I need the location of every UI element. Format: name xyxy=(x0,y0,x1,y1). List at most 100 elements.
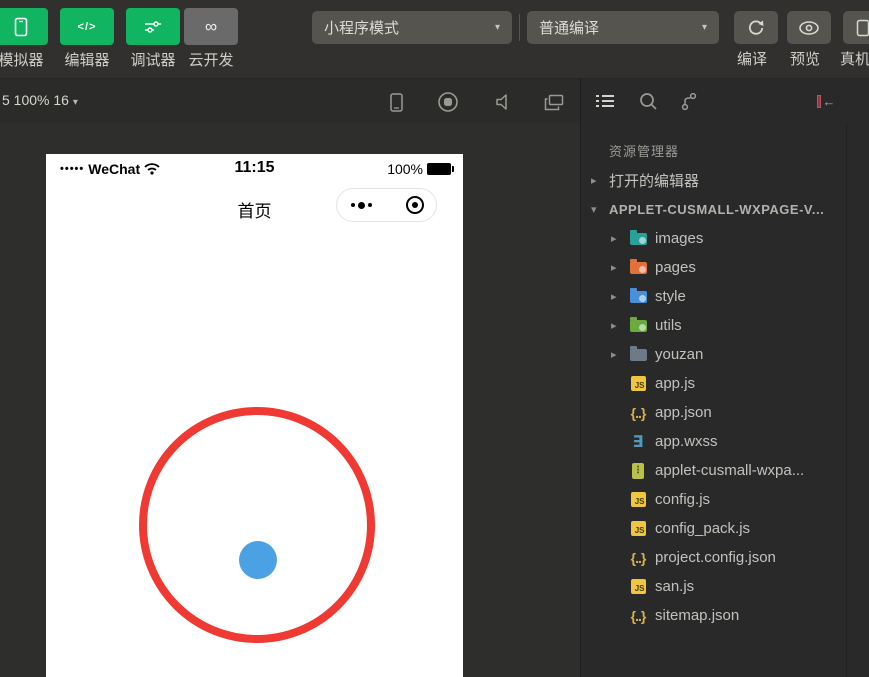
json-file-icon: {..} xyxy=(630,607,647,624)
mode-dropdown[interactable]: 小程序模式 ▾ xyxy=(312,11,512,44)
archive-file-icon: ⋮ xyxy=(632,462,644,479)
battery-percent: 100% xyxy=(387,161,423,177)
phone-icon xyxy=(389,92,403,112)
explorer-toolbar: ← xyxy=(581,78,869,123)
debugger-button[interactable] xyxy=(126,8,180,45)
chevron-right-icon: ▸ xyxy=(611,291,617,303)
tree-item-config-js[interactable]: JS config.js xyxy=(581,485,845,514)
file-name: project.config.json xyxy=(655,549,776,566)
compile-mode-dropdown[interactable]: 普通编译 ▾ xyxy=(527,11,719,44)
editor-button[interactable]: </> xyxy=(60,8,114,45)
chevron-down-icon: ▾ xyxy=(494,22,500,33)
tree-item-project-config-json[interactable]: {..} project.config.json xyxy=(581,543,845,572)
chevron-right-icon: ▸ xyxy=(611,349,617,361)
tree-item-applet-cusmall-wxpa-[interactable]: ⋮ applet-cusmall-wxpa... xyxy=(581,456,845,485)
preview-button[interactable] xyxy=(787,11,831,44)
eye-icon xyxy=(798,20,820,36)
file-name: config_pack.js xyxy=(655,520,751,537)
explorer-title: 资源管理器 xyxy=(609,144,680,159)
editor-toggle: </> 编辑器 xyxy=(60,8,114,70)
file-name: youzan xyxy=(655,346,704,363)
tree-item-config-pack-js[interactable]: JS config_pack.js xyxy=(581,514,845,543)
more-menu-button[interactable] xyxy=(351,189,372,221)
phone-icon xyxy=(14,17,28,37)
tree-item-pages[interactable]: ▸ pages xyxy=(581,253,845,282)
file-name: san.js xyxy=(655,578,695,595)
file-name: config.js xyxy=(655,491,711,508)
file-name: app.js xyxy=(655,375,696,392)
remote-debug-button[interactable] xyxy=(843,11,869,44)
simulator-button[interactable] xyxy=(0,8,48,45)
tree-item-images[interactable]: ▸ images xyxy=(581,224,845,253)
folder-icon xyxy=(629,287,647,303)
multi-window-button[interactable] xyxy=(542,90,566,114)
preview-label: 预览 xyxy=(790,51,821,68)
mode-dropdown-value: 小程序模式 xyxy=(324,20,400,37)
file-name: style xyxy=(655,288,686,305)
chevron-right-icon: ▸ xyxy=(611,320,617,332)
device-icon xyxy=(856,19,869,37)
chevron-down-icon: ▾ xyxy=(701,22,707,33)
chevron-down-icon: ▾ xyxy=(591,204,597,216)
tree-item-app-js[interactable]: JS app.js xyxy=(581,369,845,398)
chevron-right-icon: ▸ xyxy=(591,175,597,187)
file-name: applet-cusmall-wxpa... xyxy=(655,462,805,479)
editor-label: 编辑器 xyxy=(64,52,110,69)
file-tree: ▸ 打开的编辑器 ▾ APPLET-CUSMALL-WXPAGE-V... ▸ i… xyxy=(581,166,845,630)
json-file-icon: {..} xyxy=(630,549,647,566)
git-branch-icon xyxy=(680,92,698,111)
chevron-down-icon: ▾ xyxy=(72,97,78,108)
simulator-area: ••••• WeChat 11:15 100% 首页 xyxy=(0,123,580,677)
file-name: images xyxy=(655,230,704,247)
rotate-device-button[interactable] xyxy=(384,90,408,114)
search-button[interactable] xyxy=(636,89,660,113)
collapse-panel-button[interactable]: ← xyxy=(814,89,838,113)
device-selector[interactable]: 5 100% 16 ▾ xyxy=(2,92,78,108)
folder-icon xyxy=(629,345,647,361)
file-list-button[interactable] xyxy=(593,89,617,113)
js-file-icon: JS xyxy=(630,376,646,391)
project-root-row[interactable]: ▾ APPLET-CUSMALL-WXPAGE-V... xyxy=(581,195,845,224)
tune-icon xyxy=(144,20,162,34)
folder-icon xyxy=(629,316,647,332)
cloud-dev-label: 云开发 xyxy=(188,52,234,69)
simulator-label: 模拟器 xyxy=(0,52,44,69)
tree-item-style[interactable]: ▸ style xyxy=(581,282,845,311)
folder-icon xyxy=(629,229,647,245)
speaker-icon xyxy=(495,94,513,110)
red-ring-shape xyxy=(139,407,375,643)
windows-overlap-icon xyxy=(544,94,564,111)
project-root-label: APPLET-CUSMALL-WXPAGE-V... xyxy=(609,202,825,217)
list-icon xyxy=(595,93,615,109)
tree-item-app-json[interactable]: {..} app.json xyxy=(581,398,845,427)
open-editors-row[interactable]: ▸ 打开的编辑器 xyxy=(581,166,845,195)
blue-dot-shape[interactable] xyxy=(239,541,277,579)
chevron-right-icon: ▸ xyxy=(611,233,617,245)
tree-item-utils[interactable]: ▸ utils xyxy=(581,311,845,340)
file-name: sitemap.json xyxy=(655,607,740,624)
wxss-file-icon: ∃ xyxy=(632,433,644,451)
json-file-icon: {..} xyxy=(630,404,647,421)
compile-label: 编译 xyxy=(737,51,768,68)
record-button[interactable] xyxy=(436,90,460,114)
search-icon xyxy=(639,92,658,111)
git-button[interactable] xyxy=(677,89,701,113)
debugger-label: 调试器 xyxy=(130,52,176,69)
close-minimize-button[interactable] xyxy=(406,196,424,214)
tree-item-sitemap-json[interactable]: {..} sitemap.json xyxy=(581,601,845,630)
debugger-toggle: 调试器 xyxy=(126,8,180,70)
js-file-icon: JS xyxy=(630,579,646,594)
battery-group: 100% xyxy=(387,161,454,177)
phone-screen: ••••• WeChat 11:15 100% 首页 xyxy=(46,154,463,677)
battery-icon xyxy=(427,163,454,175)
arrow-left-icon: ← xyxy=(822,93,836,109)
code-icon: </> xyxy=(77,20,97,33)
cloud-dev-button[interactable]: ∞ xyxy=(184,8,238,45)
tree-item-app-wxss[interactable]: ∃ app.wxss xyxy=(581,427,845,456)
record-icon xyxy=(437,91,459,113)
audio-button[interactable] xyxy=(492,90,516,114)
tree-item-youzan[interactable]: ▸ youzan xyxy=(581,340,845,369)
phone-status-bar: ••••• WeChat 11:15 100% xyxy=(46,154,463,184)
tree-item-san-js[interactable]: JS san.js xyxy=(581,572,845,601)
compile-button[interactable] xyxy=(734,11,778,44)
